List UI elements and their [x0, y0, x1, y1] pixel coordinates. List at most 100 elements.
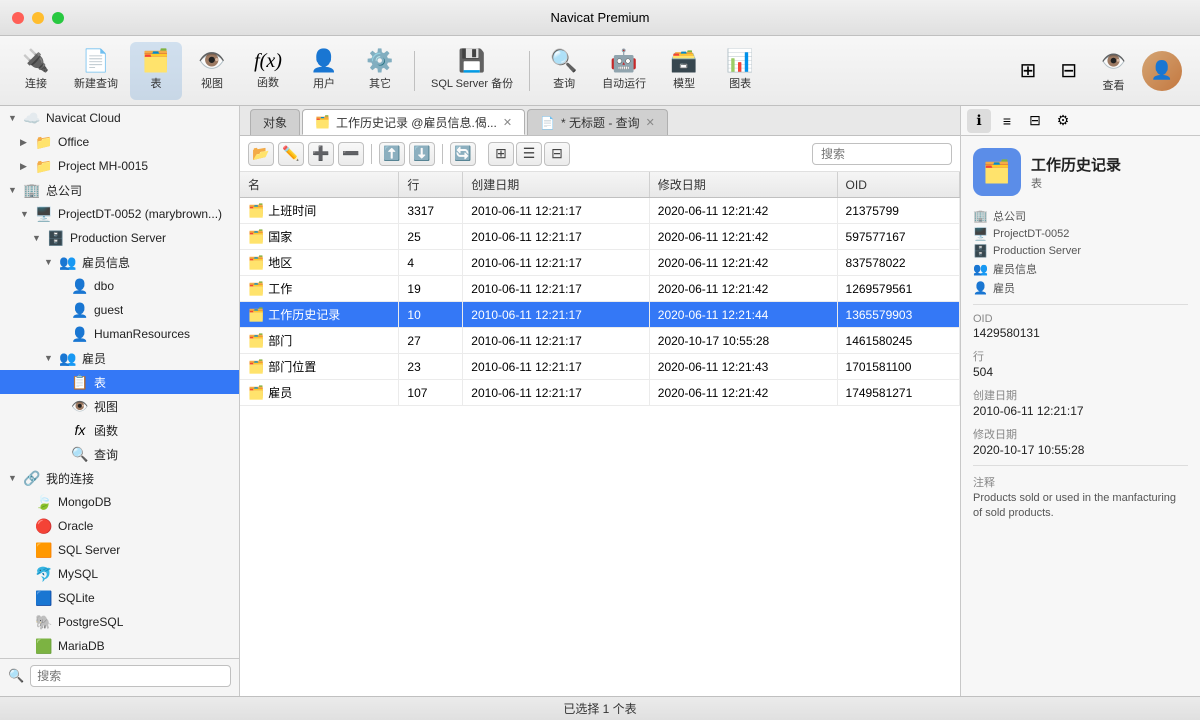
- rp-bc-icon-employee: 👤: [973, 281, 988, 295]
- table-row[interactable]: 🗂️工作 19 2010-06-11 12:21:17 2020-06-11 1…: [240, 276, 960, 302]
- toolbar-user[interactable]: 👤 用户: [298, 42, 350, 100]
- oracle-icon: 🔴: [35, 518, 53, 535]
- btn-refresh[interactable]: 🔄: [450, 142, 476, 166]
- mariadb-label: MariaDB: [58, 639, 105, 653]
- rp-tab-settings[interactable]: ⚙: [1051, 109, 1075, 133]
- maximize-button[interactable]: [52, 12, 64, 24]
- expand-arrow-postgresql: ▶: [20, 617, 30, 628]
- sidebar-item-postgresql[interactable]: ▶ 🐘 PostgreSQL: [0, 610, 239, 634]
- btn-edit[interactable]: ✏️: [278, 142, 304, 166]
- rp-field-rows: 行 504: [973, 348, 1188, 379]
- rp-tab-info[interactable]: ℹ: [967, 109, 991, 133]
- rp-bc-production-server-label: Production Server: [993, 245, 1081, 257]
- sidebar-item-oracle[interactable]: ▶ 🔴 Oracle: [0, 514, 239, 538]
- btn-move-down[interactable]: ⬇️: [409, 142, 435, 166]
- sidebar-item-table-node[interactable]: ▶ 📋 表: [0, 370, 239, 394]
- sidebar-item-mysql[interactable]: ▶ 🐬 MySQL: [0, 562, 239, 586]
- toolbar-table[interactable]: 🗂️ 表: [130, 42, 182, 100]
- toolbar-function[interactable]: f(x) 函数: [242, 42, 294, 100]
- tab-close-job-history[interactable]: ✕: [503, 116, 512, 129]
- cell-oid: 1269579561: [837, 276, 959, 302]
- statusbar: 已选择 1 个表: [0, 696, 1200, 720]
- table-label: 表: [151, 75, 162, 91]
- new-query-icon: 📄: [82, 50, 109, 72]
- minimize-button[interactable]: [32, 12, 44, 24]
- sidebar-item-mariadb[interactable]: ▶ 🟩 MariaDB: [0, 634, 239, 658]
- close-button[interactable]: [12, 12, 24, 24]
- rp-tab-ddl[interactable]: ≡: [995, 109, 1019, 133]
- sidebar-item-navicat-cloud[interactable]: ▼ ☁️ Navicat Cloud: [0, 106, 239, 130]
- toolbar-view-toggle[interactable]: ⊞: [1012, 54, 1045, 87]
- rp-tab-preview[interactable]: ⊟: [1023, 109, 1047, 133]
- sidebar-item-dbo[interactable]: ▶ 👤 dbo: [0, 274, 239, 298]
- toolbar-connect[interactable]: 🔌 连接: [10, 42, 62, 100]
- btn-open-folder[interactable]: 📂: [248, 142, 274, 166]
- sidebar-item-mongodb[interactable]: ▶ 🍃 MongoDB: [0, 490, 239, 514]
- mysql-icon: 🐬: [35, 566, 53, 583]
- tab-untitled-query[interactable]: 📄 * 无标题 - 查询 ✕: [527, 109, 668, 135]
- rp-divider-1: [973, 304, 1188, 305]
- sidebar-item-query-node[interactable]: ▶ 🔍 查询: [0, 442, 239, 466]
- toolbar-query[interactable]: 🔍 查询: [538, 42, 590, 100]
- btn-view-list[interactable]: ☰: [516, 142, 542, 166]
- rp-bc-projectdt-label: ProjectDT-0052: [993, 228, 1069, 240]
- table-row[interactable]: 🗂️地区 4 2010-06-11 12:21:17 2020-06-11 12…: [240, 250, 960, 276]
- tab-close-untitled[interactable]: ✕: [646, 116, 655, 129]
- table-row[interactable]: 🗂️上班时间 3317 2010-06-11 12:21:17 2020-06-…: [240, 198, 960, 224]
- table-row[interactable]: 🗂️国家 25 2010-06-11 12:21:17 2020-06-11 1…: [240, 224, 960, 250]
- table-row[interactable]: 🗂️雇员 107 2010-06-11 12:21:17 2020-06-11 …: [240, 380, 960, 406]
- sidebar-item-my-connections[interactable]: ▼ 🔗 我的连接: [0, 466, 239, 490]
- user-label: 用户: [313, 75, 335, 91]
- toolbar-chart[interactable]: 📊 图表: [714, 42, 766, 100]
- cell-rows: 27: [399, 328, 463, 354]
- sidebar-item-projectdt-0052[interactable]: ▼ 🖥️ ProjectDT-0052 (marybrown...): [0, 202, 239, 226]
- sidebar-item-project-mh-0015[interactable]: ▶ 📁 Project MH-0015: [0, 154, 239, 178]
- btn-move-up[interactable]: ⬆️: [379, 142, 405, 166]
- sidebar-item-office[interactable]: ▶ 📁 Office: [0, 130, 239, 154]
- tab-object[interactable]: 对象: [250, 109, 300, 135]
- avatar[interactable]: 👤: [1142, 51, 1182, 91]
- other-icon: ⚙️: [366, 50, 393, 72]
- toolbar-sqlserver-backup[interactable]: 💾 SQL Server 备份: [423, 42, 521, 100]
- toolbar-split[interactable]: ⊟: [1052, 54, 1085, 87]
- sidebar-item-sqlite[interactable]: ▶ 🟦 SQLite: [0, 586, 239, 610]
- btn-delete[interactable]: ➖: [338, 142, 364, 166]
- split-icon: ⊟: [1060, 58, 1077, 83]
- col-rows: 行: [399, 172, 463, 198]
- toolbar-other[interactable]: ⚙️ 其它: [354, 42, 406, 100]
- sidebar-item-employee-info[interactable]: ▼ 👥 雇员信息: [0, 250, 239, 274]
- model-icon: 🗃️: [670, 50, 697, 72]
- function-icon: f(x): [254, 51, 282, 71]
- rp-field-modified: 修改日期 2020-10-17 10:55:28: [973, 426, 1188, 457]
- toolbar-view[interactable]: 👁️ 视图: [186, 42, 238, 100]
- sidebar-item-humanresources[interactable]: ▶ 👤 HumanResources: [0, 322, 239, 346]
- rp-label-modified: 修改日期: [973, 426, 1188, 442]
- cell-created: 2010-06-11 12:21:17: [463, 276, 649, 302]
- toolbar-new-query[interactable]: 📄 新建查询: [66, 42, 126, 100]
- table-row[interactable]: 🗂️工作历史记录 10 2010-06-11 12:21:17 2020-06-…: [240, 302, 960, 328]
- table-node-icon: 📋: [71, 374, 89, 391]
- sidebar-search-input[interactable]: [30, 665, 231, 687]
- sidebar-item-general-company[interactable]: ▼ 🏢 总公司: [0, 178, 239, 202]
- expand-arrow-mysql: ▶: [20, 569, 30, 580]
- toolbar-model[interactable]: 🗃️ 模型: [658, 42, 710, 100]
- projectdt-icon: 🖥️: [35, 206, 53, 223]
- tab-job-history[interactable]: 🗂️ 工作历史记录 @雇员信息.偈... ✕: [302, 109, 525, 135]
- sidebar-item-function-node[interactable]: ▶ fx 函数: [0, 418, 239, 442]
- table-row[interactable]: 🗂️部门 27 2010-06-11 12:21:17 2020-10-17 1…: [240, 328, 960, 354]
- toolbar-auto-run[interactable]: 🤖 自动运行: [594, 42, 654, 100]
- btn-view-grid[interactable]: ⊞: [488, 142, 514, 166]
- table-row[interactable]: 🗂️部门位置 23 2010-06-11 12:21:17 2020-06-11…: [240, 354, 960, 380]
- btn-add[interactable]: ➕: [308, 142, 334, 166]
- sidebar-item-guest[interactable]: ▶ 👤 guest: [0, 298, 239, 322]
- btn-view-detail[interactable]: ⊟: [544, 142, 570, 166]
- cell-rows: 25: [399, 224, 463, 250]
- sidebar-item-view-node[interactable]: ▶ 👁️ 视图: [0, 394, 239, 418]
- cell-name: 🗂️雇员: [240, 380, 399, 406]
- sidebar-item-employee[interactable]: ▼ 👥 雇员: [0, 346, 239, 370]
- table-search-input[interactable]: [812, 143, 952, 165]
- titlebar: Navicat Premium: [0, 0, 1200, 36]
- toolbar-view-right[interactable]: 👁️ 查看: [1093, 45, 1134, 97]
- sidebar-item-production-server[interactable]: ▼ 🗄️ Production Server: [0, 226, 239, 250]
- sidebar-item-sqlserver[interactable]: ▶ 🟧 SQL Server: [0, 538, 239, 562]
